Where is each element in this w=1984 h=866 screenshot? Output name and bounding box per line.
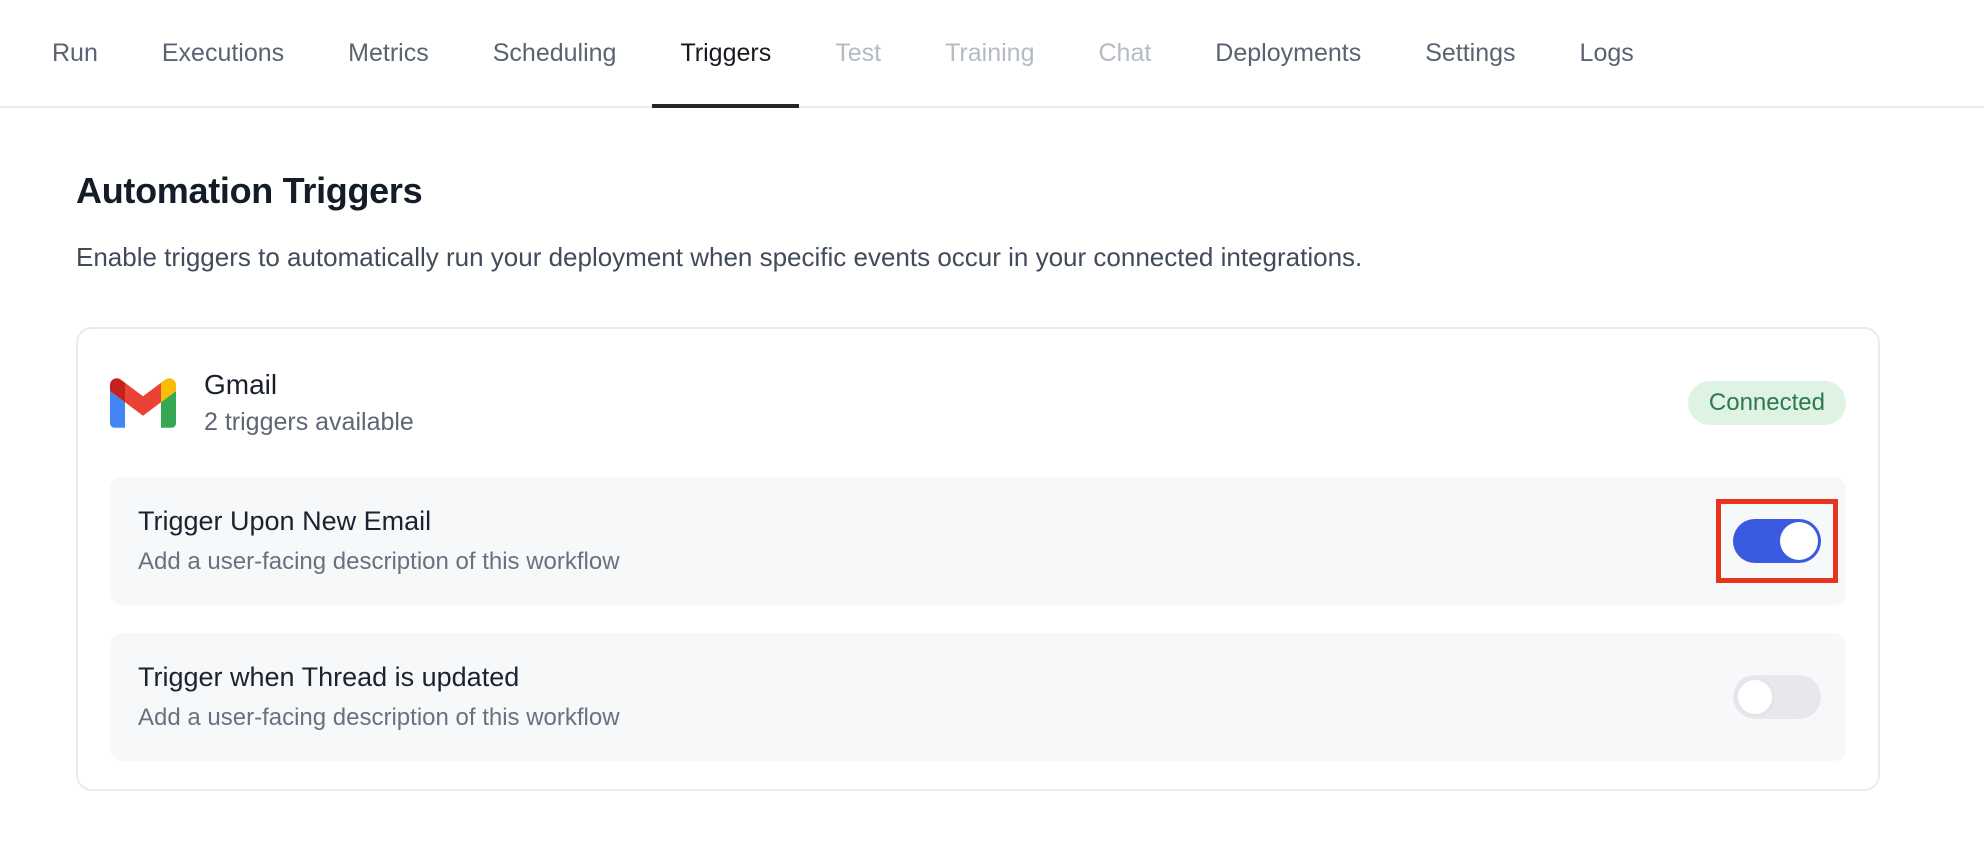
- tab-metrics[interactable]: Metrics: [320, 0, 457, 106]
- trigger-row-new-email: Trigger Upon New Email Add a user-facing…: [110, 477, 1846, 605]
- toggle-knob: [1780, 522, 1818, 560]
- tab-training[interactable]: Training: [917, 0, 1062, 106]
- status-badge: Connected: [1688, 381, 1846, 425]
- integration-name: Gmail: [204, 369, 414, 401]
- integration-header: Gmail 2 triggers available Connected: [110, 369, 1846, 437]
- tab-triggers[interactable]: Triggers: [652, 0, 799, 106]
- trigger-title: Trigger when Thread is updated: [138, 661, 620, 693]
- toggle-new-email[interactable]: [1733, 519, 1821, 563]
- toggle-thread-updated[interactable]: [1733, 675, 1821, 719]
- page-description: Enable triggers to automatically run you…: [76, 242, 1880, 273]
- tab-run[interactable]: Run: [24, 0, 126, 106]
- highlight-box: [1716, 499, 1838, 583]
- tab-chat[interactable]: Chat: [1070, 0, 1179, 106]
- tab-logs[interactable]: Logs: [1552, 0, 1662, 106]
- tab-executions[interactable]: Executions: [134, 0, 312, 106]
- triggers-page: Automation Triggers Enable triggers to a…: [0, 170, 1984, 791]
- toggle-knob: [1735, 677, 1775, 717]
- trigger-title: Trigger Upon New Email: [138, 505, 620, 537]
- integration-subtitle: 2 triggers available: [204, 408, 414, 437]
- trigger-text: Trigger Upon New Email Add a user-facing…: [138, 505, 620, 576]
- gmail-icon: [110, 378, 176, 428]
- trigger-description: Add a user-facing description of this wo…: [138, 704, 620, 733]
- toggle-container: [1716, 655, 1838, 739]
- tab-test[interactable]: Test: [807, 0, 909, 106]
- tab-settings[interactable]: Settings: [1397, 0, 1543, 106]
- trigger-text: Trigger when Thread is updated Add a use…: [138, 661, 620, 732]
- page-title: Automation Triggers: [76, 170, 1880, 212]
- integration-card: Gmail 2 triggers available Connected Tri…: [76, 327, 1880, 791]
- trigger-description: Add a user-facing description of this wo…: [138, 548, 620, 577]
- integration-info: Gmail 2 triggers available: [204, 369, 414, 437]
- trigger-row-thread-updated: Trigger when Thread is updated Add a use…: [110, 633, 1846, 761]
- tab-bar: Run Executions Metrics Scheduling Trigge…: [0, 0, 1984, 108]
- tab-scheduling[interactable]: Scheduling: [465, 0, 645, 106]
- tab-deployments[interactable]: Deployments: [1187, 0, 1389, 106]
